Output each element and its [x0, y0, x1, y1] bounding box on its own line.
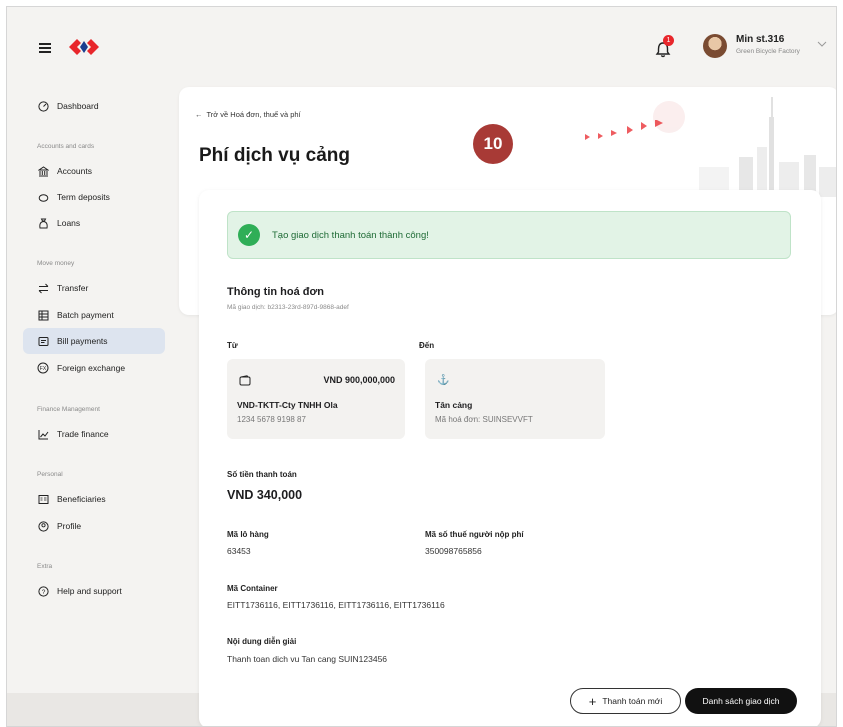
- sidebar-item-label: Loans: [57, 218, 81, 228]
- section-label-personal: Personal: [37, 471, 63, 478]
- user-name: Min st.316: [736, 34, 785, 45]
- success-alert: ✓ Tạo giao dịch thanh toán thành công!: [227, 211, 791, 259]
- from-account-name: VND-TKTT-Cty TNHH Ola: [237, 400, 338, 410]
- back-link[interactable]: ← Trở về Hoá đơn, thuế và phí: [195, 110, 301, 119]
- section-label-extra: Extra: [37, 563, 53, 570]
- sidebar-item-label: Accounts: [57, 166, 92, 176]
- sidebar-item-dashboard[interactable]: Dashboard: [23, 93, 165, 119]
- sidebar-item-loans[interactable]: Loans: [23, 210, 165, 236]
- sidebar-item-label: Transfer: [57, 283, 89, 293]
- fx-icon: FX: [37, 362, 49, 374]
- to-name: Tân cảng: [435, 400, 473, 410]
- new-payment-label: Thanh toán mới: [602, 696, 663, 706]
- from-amount: VND 900,000,000: [323, 375, 395, 385]
- money-bag-icon: [37, 217, 49, 229]
- to-invoice-code: Mã hoá đơn: SUINSEVVFT: [435, 415, 533, 424]
- sidebar-item-label: Bill payments: [57, 336, 108, 346]
- plus-icon: +: [588, 693, 597, 709]
- decorative-arrows: [585, 120, 663, 140]
- help-icon: ?: [37, 585, 49, 597]
- sidebar-item-trade-finance[interactable]: Trade finance: [23, 421, 165, 447]
- sidebar-item-label: Batch payment: [57, 310, 114, 320]
- sidebar-item-label: Beneficiaries: [57, 494, 106, 504]
- container-label: Mã Container: [227, 584, 278, 593]
- user-company: Green Bicycle Factory: [736, 48, 800, 55]
- success-message: Tạo giao dịch thanh toán thành công!: [272, 229, 429, 241]
- dashboard-icon: [37, 100, 49, 112]
- sidebar-item-profile[interactable]: Profile: [23, 513, 165, 539]
- lot-label: Mã lô hàng: [227, 530, 269, 539]
- to-beneficiary-box: ⚓ Tân cảng Mã hoá đơn: SUINSEVVFT: [425, 359, 605, 439]
- sidebar-item-accounts[interactable]: Accounts: [23, 158, 165, 184]
- menu-icon[interactable]: [39, 43, 51, 53]
- transfer-icon: [37, 282, 49, 294]
- sidebar-item-foreign-exchange[interactable]: FX Foreign exchange: [23, 355, 165, 381]
- sidebar-item-help[interactable]: ? Help and support: [23, 578, 165, 604]
- sidebar-item-label: Trade finance: [57, 429, 109, 439]
- back-link-label: Trở về Hoá đơn, thuế và phí: [206, 110, 301, 119]
- page-title: Phí dịch vụ cảng: [199, 145, 350, 166]
- anchor-icon: ⚓: [437, 375, 450, 386]
- transaction-id: Mã giao dịch: b2313-23rd-897d-9868-adef: [227, 304, 349, 311]
- chevron-down-icon[interactable]: [817, 41, 827, 47]
- step-number-badge: 10: [473, 124, 513, 164]
- sidebar: Dashboard Accounts and cards Accounts Te…: [7, 85, 177, 685]
- batch-table-icon: [37, 309, 49, 321]
- sidebar-item-label: Foreign exchange: [57, 363, 126, 373]
- sidebar-item-label: Help and support: [57, 586, 122, 596]
- checkmark-icon: ✓: [238, 224, 260, 246]
- sidebar-item-beneficiaries[interactable]: Beneficiaries: [23, 486, 165, 512]
- tax-value: 350098765856: [425, 546, 482, 556]
- sidebar-item-label: Profile: [57, 521, 82, 531]
- sidebar-item-label: Term deposits: [57, 192, 110, 202]
- svg-text:FX: FX: [40, 366, 47, 372]
- section-label-move-money: Move money: [37, 260, 75, 267]
- section-title: Thông tin hoá đơn: [227, 286, 325, 298]
- profile-icon: [37, 520, 49, 532]
- section-label-finance: Finance Management: [37, 406, 100, 413]
- section-label-accounts: Accounts and cards: [37, 143, 95, 150]
- sidebar-item-bill-payments[interactable]: Bill payments: [23, 328, 165, 354]
- wallet-icon: [239, 375, 251, 389]
- from-label: Từ: [227, 341, 238, 350]
- sidebar-item-label: Dashboard: [57, 101, 99, 111]
- avatar[interactable]: [703, 34, 727, 58]
- bank-icon: [37, 165, 49, 177]
- amount-value: VND 340,000: [227, 488, 303, 502]
- app-window: 1 Min st.316 Green Bicycle Factory Dashb…: [6, 6, 837, 727]
- container-value: EITT1736116, EITT1736116, EITT1736116, E…: [227, 600, 445, 610]
- invoice-details-card: ✓ Tạo giao dịch thanh toán thành công! T…: [199, 190, 821, 726]
- sidebar-item-transfer[interactable]: Transfer: [23, 275, 165, 301]
- arrow-left-icon: ←: [195, 110, 203, 119]
- id-card-icon: [37, 493, 49, 505]
- chart-line-icon: [37, 428, 49, 440]
- lot-value: 63453: [227, 546, 251, 556]
- svg-text:?: ?: [41, 589, 45, 596]
- top-bar: 1 Min st.316 Green Bicycle Factory: [7, 7, 836, 85]
- sidebar-item-batch-payment[interactable]: Batch payment: [23, 302, 165, 328]
- notification-badge: 1: [663, 35, 674, 46]
- description-value: Thanh toan dich vu Tan cang SUIN123456: [227, 654, 388, 664]
- transaction-list-button[interactable]: Danh sách giao dịch: [685, 688, 797, 714]
- amount-label: Số tiền thanh toán: [227, 470, 297, 479]
- from-account-number: 1234 5678 9198 87: [237, 415, 306, 424]
- from-account-box: VND 900,000,000 VND-TKTT-Cty TNHH Ola 12…: [227, 359, 405, 439]
- to-label: Đến: [419, 341, 435, 350]
- bank-logo[interactable]: [69, 37, 99, 57]
- new-payment-button[interactable]: + Thanh toán mới: [570, 688, 681, 714]
- tax-label: Mã số thuế người nộp phí: [425, 530, 524, 539]
- description-label: Nội dung diễn giải: [227, 637, 297, 646]
- sidebar-item-term-deposits[interactable]: Term deposits: [23, 184, 165, 210]
- bill-icon: [37, 335, 49, 347]
- piggy-bank-icon: [37, 191, 49, 203]
